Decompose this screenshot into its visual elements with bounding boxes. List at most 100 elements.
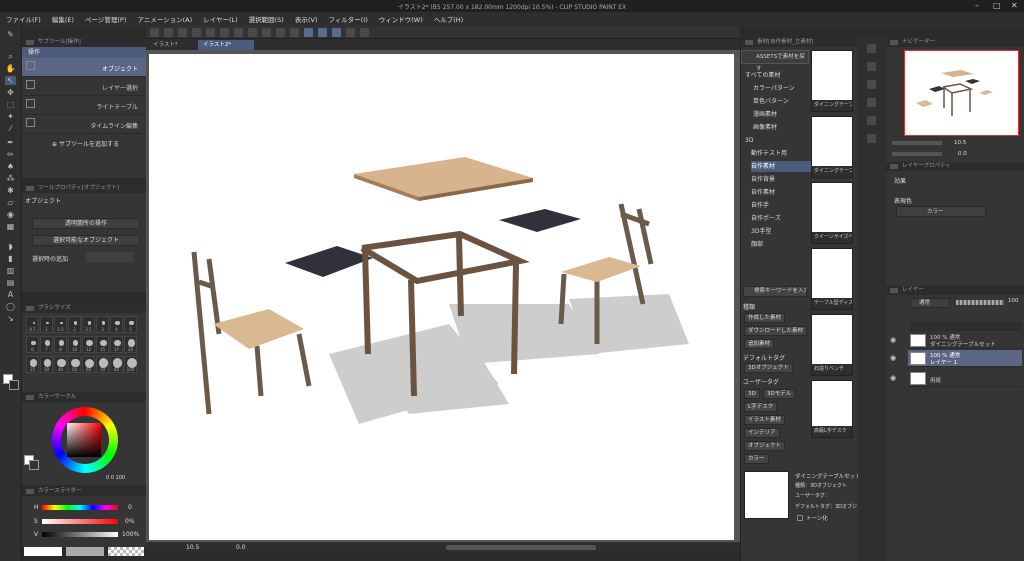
- sub-color-swatch-small[interactable]: [29, 460, 39, 470]
- tab-illust1[interactable]: イラスト*: [148, 40, 183, 50]
- subtool-layer-select[interactable]: レイヤー選択: [22, 77, 146, 96]
- brush-size-cell[interactable]: 17: [110, 336, 123, 353]
- select-tool-icon[interactable]: ⬚: [5, 100, 16, 109]
- correction-icon[interactable]: ↘: [5, 314, 16, 323]
- tag-object[interactable]: オブジェクト: [744, 441, 786, 451]
- pencil-icon[interactable]: ✏: [5, 150, 16, 159]
- redo-icon[interactable]: [220, 27, 229, 37]
- undo-icon[interactable]: [206, 27, 215, 37]
- menu-edit[interactable]: 編集(E): [52, 14, 74, 24]
- subtool-group-tab[interactable]: 操作: [22, 47, 146, 58]
- strip-icon-4[interactable]: [867, 98, 876, 107]
- tone-checkbox[interactable]: [797, 515, 803, 521]
- brush-size-cell[interactable]: 30: [40, 356, 53, 373]
- navigator-angle-slider[interactable]: [892, 152, 942, 156]
- tree-item[interactable]: すべての素材: [745, 70, 805, 81]
- new-icon[interactable]: [150, 27, 159, 37]
- horizontal-scrollbar[interactable]: [446, 545, 596, 550]
- tree-item[interactable]: カラーパターン: [753, 83, 813, 94]
- decoration-icon[interactable]: ✱: [5, 186, 16, 195]
- selectable-object-dropdown[interactable]: 選択可能なオブジェクト: [32, 235, 140, 246]
- angle-value[interactable]: 0.0: [236, 544, 246, 551]
- airbrush-icon[interactable]: ⁂: [5, 174, 16, 183]
- subtool-object[interactable]: オブジェクト: [22, 58, 146, 77]
- operation-tool-icon[interactable]: ↖: [5, 76, 16, 85]
- hue-slider[interactable]: [42, 505, 118, 510]
- tree-item[interactable]: 3D: [745, 135, 805, 146]
- subtool-timeline[interactable]: タイムライン編集: [22, 115, 146, 134]
- layer-layer1[interactable]: 100 % 通常 レイヤー 1: [908, 350, 1022, 367]
- eraser-icon[interactable]: ▱: [5, 198, 16, 207]
- figure-icon[interactable]: ▮: [5, 254, 16, 263]
- tag-interior[interactable]: インテリア: [744, 428, 780, 438]
- tree-item[interactable]: 自作ポーズ: [751, 213, 811, 224]
- menu-layer[interactable]: レイヤー(L): [203, 14, 238, 24]
- gradient-icon[interactable]: ◗: [5, 242, 16, 251]
- tree-item[interactable]: 3D手型: [751, 226, 811, 237]
- tree-item[interactable]: 自作手: [751, 200, 811, 211]
- thumb-table-display[interactable]: テーブル型ディスプ: [811, 248, 853, 310]
- menu-file[interactable]: ファイル(F): [6, 14, 41, 24]
- canvas-paper[interactable]: [149, 54, 734, 540]
- menu-help[interactable]: ヘルプ(H): [434, 14, 463, 24]
- eye-icon[interactable]: ◉: [890, 336, 896, 344]
- keyword-search-input[interactable]: 検索キーワードを入力: [743, 286, 807, 297]
- add-subtool-button[interactable]: ⊕ サブツールを追加する: [22, 134, 146, 156]
- layer-paper[interactable]: 用紙: [908, 370, 1022, 387]
- tag-color[interactable]: カラー: [744, 454, 769, 464]
- hand-tool-icon[interactable]: ✋: [5, 64, 16, 73]
- brush-size-cell[interactable]: 100: [124, 356, 137, 373]
- thumb-l-desk[interactable]: 高級L字デスク: [811, 380, 853, 438]
- brush-icon[interactable]: ♠: [5, 162, 16, 171]
- tag-created[interactable]: 作成した素材: [744, 313, 786, 323]
- frame-icon[interactable]: ▥: [5, 266, 16, 275]
- ruler-icon[interactable]: ▤: [5, 278, 16, 287]
- tag-added[interactable]: 追加素材: [744, 339, 775, 349]
- brush-size-cell[interactable]: 5: [124, 316, 137, 333]
- tab-illust2[interactable]: イラスト2*: [198, 40, 254, 50]
- strip-icon-2[interactable]: [867, 62, 876, 71]
- brush-size-cell[interactable]: 4: [110, 316, 123, 333]
- opacity-value[interactable]: 100: [1008, 298, 1019, 304]
- navigator-zoom-slider[interactable]: [892, 141, 942, 145]
- brush-size-cell[interactable]: 25: [26, 356, 39, 373]
- blend-mode-dropdown[interactable]: 通常: [910, 298, 950, 308]
- brush-size-cell[interactable]: 60: [82, 356, 95, 373]
- brush-size-cell[interactable]: 15: [96, 336, 109, 353]
- pen-tool-icon[interactable]: ✎: [5, 30, 16, 39]
- menu-selection[interactable]: 選択範囲(S): [249, 14, 284, 24]
- brush-size-cell[interactable]: 40: [54, 356, 67, 373]
- saturation-slider[interactable]: [42, 519, 118, 524]
- balloon-icon[interactable]: ◯: [5, 302, 16, 311]
- brush-size-cell[interactable]: 3: [96, 316, 109, 333]
- strip-icon-1[interactable]: [867, 44, 876, 53]
- wand-tool-icon[interactable]: ✦: [5, 112, 16, 121]
- brush-size-cell[interactable]: 6: [26, 336, 39, 353]
- subtool-light-table[interactable]: ライトテーブル: [22, 96, 146, 115]
- fill-icon[interactable]: [248, 27, 257, 37]
- brush-size-cell[interactable]: 10: [68, 336, 81, 353]
- move-tool-icon[interactable]: ✥: [5, 88, 16, 97]
- tree-item[interactable]: 顔部: [751, 239, 811, 250]
- brush-size-cell[interactable]: 50: [68, 356, 81, 373]
- sub-color-swatch[interactable]: [9, 380, 19, 390]
- brush-size-cell[interactable]: 2.5: [82, 316, 95, 333]
- tag-downloaded[interactable]: ダウンロードした素材: [744, 326, 808, 336]
- eyedropper-tool-icon[interactable]: ⁄: [5, 124, 16, 133]
- snap-grid-icon[interactable]: [332, 27, 341, 37]
- menu-animation[interactable]: アニメーション(A): [137, 14, 192, 24]
- brush-size-cell[interactable]: 70: [96, 356, 109, 373]
- menu-page[interactable]: ページ管理(P): [85, 14, 126, 24]
- strip-icon-5[interactable]: [867, 116, 876, 125]
- thumb-dining-table-2[interactable]: ダイニングテーブ: [811, 116, 853, 178]
- tree-item[interactable]: 自作背景: [751, 174, 811, 185]
- tag-3dobject[interactable]: 3Dオブジェクト: [744, 363, 793, 373]
- brush-size-cell[interactable]: 0.7: [26, 316, 39, 333]
- pen-icon[interactable]: ✒: [5, 138, 16, 147]
- save-icon[interactable]: [178, 27, 187, 37]
- menu-filter[interactable]: フィルター(I): [328, 14, 367, 24]
- tree-item[interactable]: 自作素材: [751, 187, 811, 198]
- brush-size-cell[interactable]: 1.5: [54, 316, 67, 333]
- menu-view[interactable]: 表示(V): [295, 14, 318, 24]
- strip-icon-3[interactable]: [867, 80, 876, 89]
